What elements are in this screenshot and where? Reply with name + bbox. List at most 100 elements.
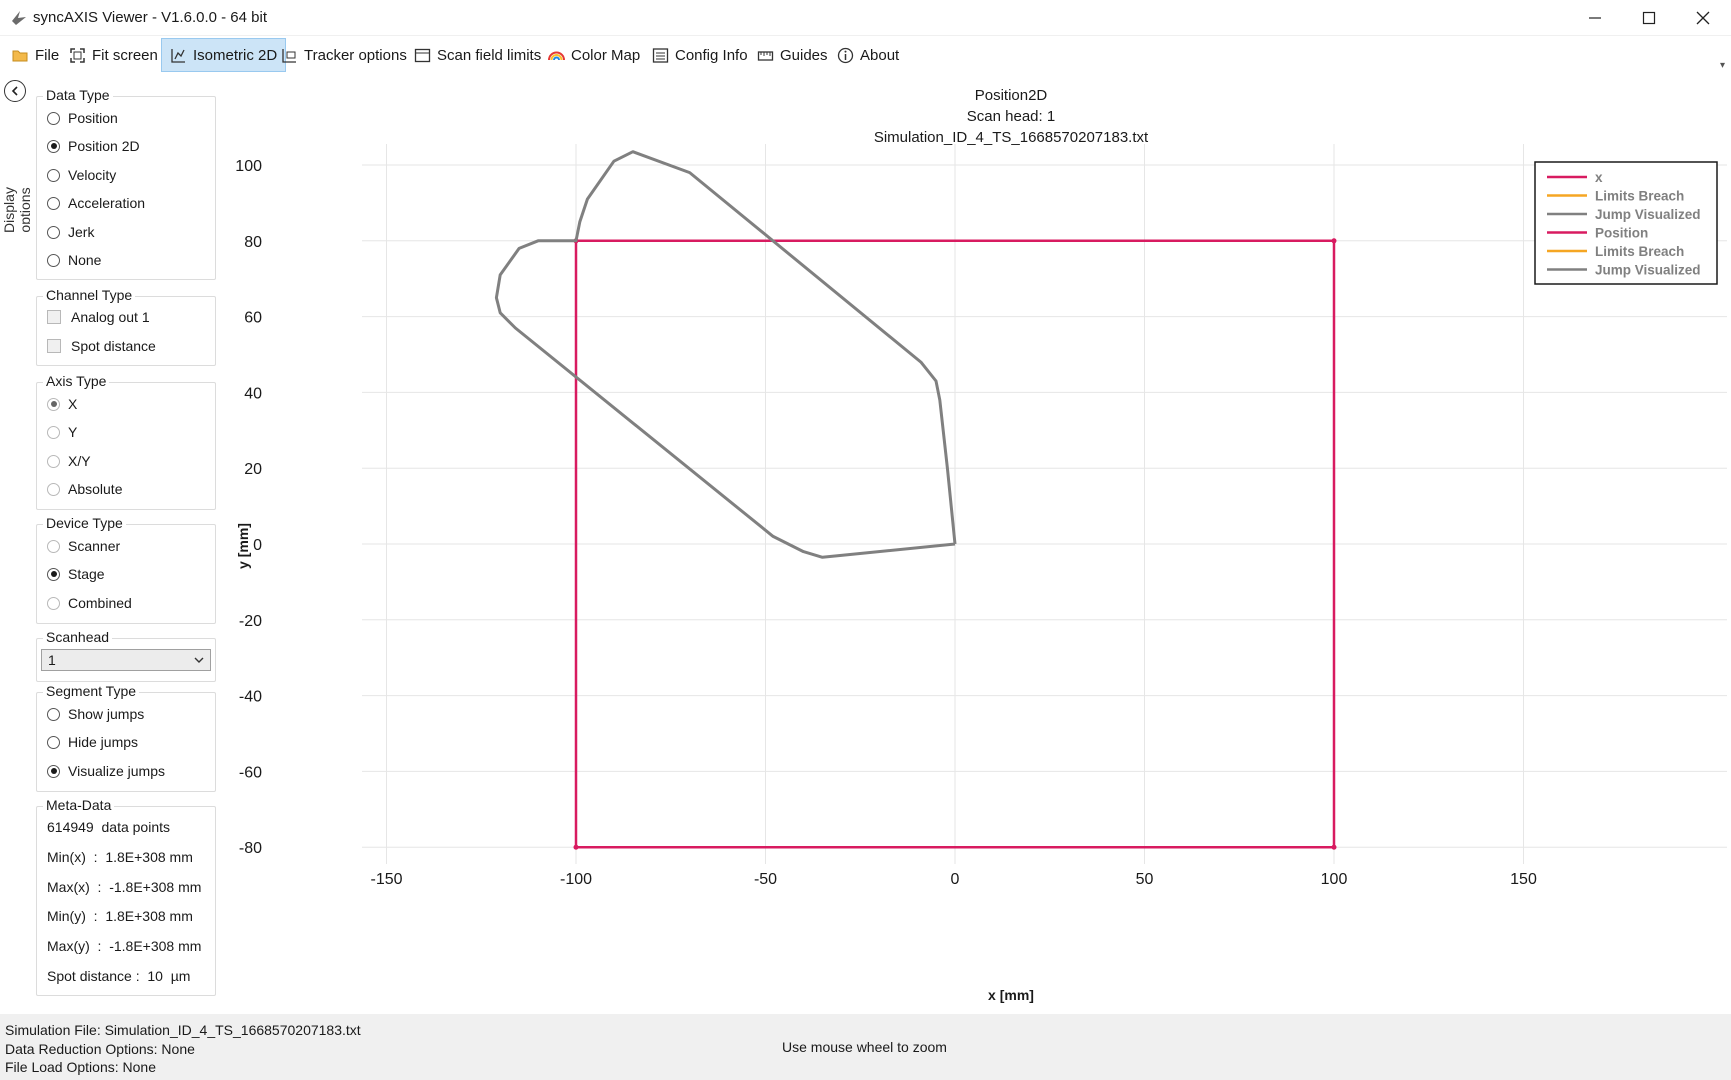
device-type-option[interactable]: Combined [47,593,132,613]
radio-icon [47,196,60,210]
radio-icon [47,168,60,182]
file-load-status: File Load Options: None [5,1059,156,1075]
radio-icon [47,225,60,239]
x-tick-label: 100 [1321,871,1348,888]
checkbox-icon [47,339,61,353]
chevron-down-icon [194,657,204,663]
collapse-panel-button[interactable] [4,80,26,102]
segment-type-group: Segment Type Show jumps Hide jumps Visua… [36,683,216,792]
y-tick-label: -60 [239,764,262,781]
axis-type-option[interactable]: X [47,394,77,414]
folder-open-icon [12,50,28,61]
toolbar-overflow-icon[interactable]: ▾ [1720,60,1725,71]
channel-type-option[interactable]: Analog out 1 [47,307,150,327]
radio-selected-icon [47,764,60,778]
data-type-option[interactable]: Position 2D [47,136,140,156]
y-tick-label: -80 [239,840,262,857]
file-button[interactable]: File [4,38,67,72]
data-type-option[interactable]: Velocity [47,165,116,185]
position-2d-chart[interactable]: Position2D Scan head: 1 Simulation_ID_4_… [222,74,1731,1014]
radio-selected-icon [47,397,60,411]
toolbar: File Fit screen Isometric 2D Tracker opt… [0,36,1731,74]
config-info-button[interactable]: Config Info [644,38,756,72]
radio-selected-icon [47,567,60,581]
radio-icon [47,596,60,610]
data-type-option[interactable]: Acceleration [47,193,145,213]
scanhead-group: Scanhead 1 [36,629,216,682]
radio-selected-icon [47,139,60,153]
info-icon [837,47,854,63]
scanhead-select[interactable]: 1 [41,649,211,671]
color-map-button[interactable]: Color Map [540,38,648,72]
meta-data-group: Meta-Data 614949 data points Min(x) : 1.… [36,797,216,996]
x-tick-label: -150 [370,871,402,888]
legend-label: x [1595,170,1603,185]
tracker-icon [282,48,296,63]
chart-title: Position2D [975,87,1048,104]
chart-subtitle-file: Simulation_ID_4_TS_1668570207183.txt [874,129,1149,146]
y-tick-label: 100 [235,158,262,175]
status-bar: Simulation File: Simulation_ID_4_TS_1668… [0,1014,1731,1080]
plot-area[interactable]: Position2D Scan head: 1 Simulation_ID_4_… [222,74,1731,1014]
device-type-option[interactable]: Scanner [47,536,120,556]
legend-label: Position [1595,226,1648,241]
x-axis-label: x [mm] [988,987,1034,1003]
y-tick-label: 20 [244,461,262,478]
fit-screen-button[interactable]: Fit screen [61,38,166,72]
segment-type-option[interactable]: Hide jumps [47,732,138,752]
x-tick-label: 50 [1136,871,1154,888]
max-y-value: Max(y) : -1.8E+308 mm [47,938,202,954]
data-reduction-status: Data Reduction Options: None [5,1041,195,1057]
guides-icon [757,50,774,61]
y-tick-label: 0 [253,537,262,554]
radio-icon [47,253,60,267]
channel-type-option[interactable]: Spot distance [47,336,156,356]
x-tick-label: 0 [951,871,960,888]
data-type-option[interactable]: Position [47,108,118,128]
channel-type-group: Channel Type Analog out 1 Spot distance [36,287,216,366]
close-button[interactable] [1676,0,1730,36]
radio-icon [47,111,60,125]
fit-screen-icon [70,47,85,63]
maximize-button[interactable] [1622,0,1676,36]
guides-button[interactable]: Guides [749,38,836,72]
segment-type-option[interactable]: Visualize jumps [47,761,165,781]
display-options-strip: Display options [0,74,33,1014]
checkbox-icon [47,310,61,324]
radio-icon [47,482,60,496]
min-x-value: Min(x) : 1.8E+308 mm [47,849,193,865]
max-x-value: Max(x) : -1.8E+308 mm [47,879,202,895]
axis-type-option[interactable]: Y [47,422,77,442]
minimize-button[interactable] [1568,0,1622,36]
y-tick-label: -20 [239,613,262,630]
display-options-label: Display options [1,187,33,233]
zoom-hint: Use mouse wheel to zoom [782,1039,947,1055]
y-axis-label: y [mm] [235,523,251,569]
isometric-2d-button[interactable]: Isometric 2D [161,38,287,72]
device-type-option[interactable]: Stage [47,564,105,584]
config-list-icon [652,47,669,63]
chart-subtitle-scanhead: Scan head: 1 [967,108,1055,125]
scan-field-limits-button[interactable]: Scan field limits [406,38,549,72]
min-y-value: Min(y) : 1.8E+308 mm [47,908,193,924]
axis-type-group: Axis Type X Y X/Y Absolute [36,373,216,510]
about-button[interactable]: About [829,38,907,72]
data-type-option[interactable]: Jerk [47,222,94,242]
radio-icon [47,707,60,721]
radio-icon [47,425,60,439]
simulation-file-status: Simulation File: Simulation_ID_4_TS_1668… [5,1022,361,1038]
y-tick-label: 40 [244,385,262,402]
title-bar: syncAXIS Viewer - V1.6.0.0 - 64 bit [0,0,1731,36]
axis-type-option[interactable]: Absolute [47,479,122,499]
chart-legend[interactable]: x Limits Breach Jump Visualized Position Lim… [1534,161,1718,285]
x-tick-label: -100 [560,871,592,888]
tracker-options-button[interactable]: Tracker options [273,38,415,72]
jump-visualized-series-line [494,150,957,559]
y-tick-label: -40 [239,689,262,706]
data-points-count: 614949 data points [47,819,170,835]
data-type-option[interactable]: None [47,250,101,270]
legend-label: Limits Breach [1595,244,1684,259]
legend-label: Jump Visualized [1595,263,1701,278]
axis-type-option[interactable]: X/Y [47,451,91,471]
segment-type-option[interactable]: Show jumps [47,704,144,724]
